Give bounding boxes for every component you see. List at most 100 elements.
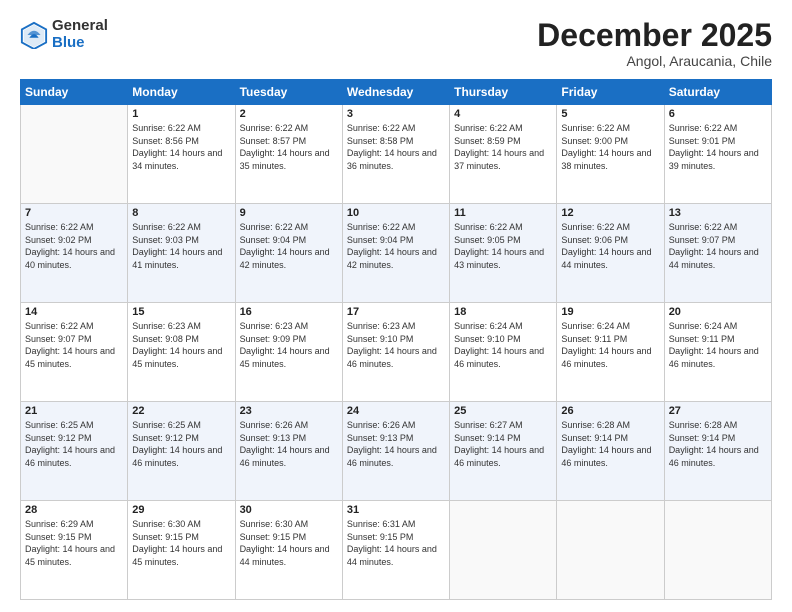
col-sunday: Sunday — [21, 80, 128, 105]
cell-info: Sunrise: 6:26 AMSunset: 9:13 PMDaylight:… — [240, 419, 338, 469]
table-row: 2 Sunrise: 6:22 AMSunset: 8:57 PMDaylight… — [235, 105, 342, 204]
table-row: 27Sunrise: 6:28 AMSunset: 9:14 PMDayligh… — [664, 402, 771, 501]
cell-info: Sunrise: 6:22 AMSunset: 8:56 PMDaylight:… — [132, 122, 230, 172]
table-row: 13 Sunrise: 6:22 AMSunset: 9:07 PMDayligh… — [664, 204, 771, 303]
table-row: 12 Sunrise: 6:22 AMSunset: 9:06 PMDayligh… — [557, 204, 664, 303]
logo-text: General Blue — [52, 18, 108, 51]
cell-info: Sunrise: 6:22 AMSunset: 9:04 PMDaylight:… — [240, 221, 338, 271]
page: General Blue December 2025 Angol, Arauca… — [0, 0, 792, 612]
table-row: 6 Sunrise: 6:22 AMSunset: 9:01 PMDaylight… — [664, 105, 771, 204]
cell-info: Sunrise: 6:22 AMSunset: 9:02 PMDaylight:… — [25, 221, 123, 271]
logo-icon — [20, 21, 48, 49]
cell-date: 31 — [347, 504, 445, 516]
cell-date: 21 — [25, 405, 123, 417]
col-monday: Monday — [128, 80, 235, 105]
cell-info: Sunrise: 6:28 AMSunset: 9:14 PMDaylight:… — [561, 419, 659, 469]
cell-info: Sunrise: 6:30 AMSunset: 9:15 PMDaylight:… — [240, 518, 338, 568]
table-row: 3 Sunrise: 6:22 AMSunset: 8:58 PMDaylight… — [342, 105, 449, 204]
cell-date: 19 — [561, 306, 659, 318]
cell-info: Sunrise: 6:22 AMSunset: 9:07 PMDaylight:… — [669, 221, 767, 271]
header: General Blue December 2025 Angol, Arauca… — [20, 18, 772, 69]
cell-date: 13 — [669, 207, 767, 219]
cell-info: Sunrise: 6:23 AMSunset: 9:08 PMDaylight:… — [132, 320, 230, 370]
cell-date: 12 — [561, 207, 659, 219]
cell-info: Sunrise: 6:26 AMSunset: 9:13 PMDaylight:… — [347, 419, 445, 469]
cell-date: 8 — [132, 207, 230, 219]
cell-date: 27 — [669, 405, 767, 417]
cell-date: 26 — [561, 405, 659, 417]
table-row: 15 Sunrise: 6:23 AMSunset: 9:08 PMDayligh… — [128, 303, 235, 402]
col-tuesday: Tuesday — [235, 80, 342, 105]
cell-date: 28 — [25, 504, 123, 516]
cell-date: 6 — [669, 108, 767, 120]
cell-info: Sunrise: 6:22 AMSunset: 9:07 PMDaylight:… — [25, 320, 123, 370]
cell-date: 3 — [347, 108, 445, 120]
table-row: 16 Sunrise: 6:23 AMSunset: 9:09 PMDayligh… — [235, 303, 342, 402]
cell-info: Sunrise: 6:22 AMSunset: 9:03 PMDaylight:… — [132, 221, 230, 271]
cell-date: 4 — [454, 108, 552, 120]
cell-date: 29 — [132, 504, 230, 516]
cell-info: Sunrise: 6:24 AMSunset: 9:10 PMDaylight:… — [454, 320, 552, 370]
table-row — [21, 105, 128, 204]
cell-info: Sunrise: 6:22 AMSunset: 9:00 PMDaylight:… — [561, 122, 659, 172]
table-row: 28Sunrise: 6:29 AMSunset: 9:15 PMDayligh… — [21, 501, 128, 600]
table-row: 10Sunrise: 6:22 AMSunset: 9:04 PMDayligh… — [342, 204, 449, 303]
cell-info: Sunrise: 6:22 AMSunset: 8:58 PMDaylight:… — [347, 122, 445, 172]
calendar-week-row: 14 Sunrise: 6:22 AMSunset: 9:07 PMDayligh… — [21, 303, 772, 402]
cell-date: 1 — [132, 108, 230, 120]
cell-date: 22 — [132, 405, 230, 417]
cell-date: 9 — [240, 207, 338, 219]
cell-info: Sunrise: 6:22 AMSunset: 9:06 PMDaylight:… — [561, 221, 659, 271]
cell-info: Sunrise: 6:31 AMSunset: 9:15 PMDaylight:… — [347, 518, 445, 568]
cell-date: 17 — [347, 306, 445, 318]
cell-date: 24 — [347, 405, 445, 417]
table-row: 23 Sunrise: 6:26 AMSunset: 9:13 PMDayligh… — [235, 402, 342, 501]
cell-info: Sunrise: 6:25 AMSunset: 9:12 PMDaylight:… — [132, 419, 230, 469]
cell-info: Sunrise: 6:30 AMSunset: 9:15 PMDaylight:… — [132, 518, 230, 568]
table-row — [450, 501, 557, 600]
table-row: 7 Sunrise: 6:22 AMSunset: 9:02 PMDaylight… — [21, 204, 128, 303]
title-block: December 2025 Angol, Araucania, Chile — [537, 18, 772, 69]
table-row: 14 Sunrise: 6:22 AMSunset: 9:07 PMDayligh… — [21, 303, 128, 402]
cell-date: 16 — [240, 306, 338, 318]
table-row: 20Sunrise: 6:24 AMSunset: 9:11 PMDayligh… — [664, 303, 771, 402]
table-row: 18Sunrise: 6:24 AMSunset: 9:10 PMDayligh… — [450, 303, 557, 402]
logo: General Blue — [20, 18, 108, 51]
cell-date: 14 — [25, 306, 123, 318]
cell-info: Sunrise: 6:23 AMSunset: 9:10 PMDaylight:… — [347, 320, 445, 370]
cell-info: Sunrise: 6:24 AMSunset: 9:11 PMDaylight:… — [561, 320, 659, 370]
calendar-table: Sunday Monday Tuesday Wednesday Thursday… — [20, 79, 772, 600]
cell-info: Sunrise: 6:25 AMSunset: 9:12 PMDaylight:… — [25, 419, 123, 469]
cell-info: Sunrise: 6:22 AMSunset: 8:59 PMDaylight:… — [454, 122, 552, 172]
table-row: 29 Sunrise: 6:30 AMSunset: 9:15 PMDayligh… — [128, 501, 235, 600]
cell-info: Sunrise: 6:22 AMSunset: 9:01 PMDaylight:… — [669, 122, 767, 172]
table-row: 22 Sunrise: 6:25 AMSunset: 9:12 PMDayligh… — [128, 402, 235, 501]
cell-date: 23 — [240, 405, 338, 417]
cell-info: Sunrise: 6:22 AMSunset: 8:57 PMDaylight:… — [240, 122, 338, 172]
table-row — [557, 501, 664, 600]
table-row: 24 Sunrise: 6:26 AMSunset: 9:13 PMDayligh… — [342, 402, 449, 501]
table-row: 25Sunrise: 6:27 AMSunset: 9:14 PMDayligh… — [450, 402, 557, 501]
month-title: December 2025 — [537, 18, 772, 53]
table-row: 17 Sunrise: 6:23 AMSunset: 9:10 PMDayligh… — [342, 303, 449, 402]
cell-date: 2 — [240, 108, 338, 120]
table-row: 30Sunrise: 6:30 AMSunset: 9:15 PMDayligh… — [235, 501, 342, 600]
table-row: 4 Sunrise: 6:22 AMSunset: 8:59 PMDaylight… — [450, 105, 557, 204]
table-row: 19 Sunrise: 6:24 AMSunset: 9:11 PMDayligh… — [557, 303, 664, 402]
location-subtitle: Angol, Araucania, Chile — [537, 53, 772, 69]
cell-info: Sunrise: 6:24 AMSunset: 9:11 PMDaylight:… — [669, 320, 767, 370]
col-thursday: Thursday — [450, 80, 557, 105]
col-wednesday: Wednesday — [342, 80, 449, 105]
cell-date: 5 — [561, 108, 659, 120]
table-row: 11Sunrise: 6:22 AMSunset: 9:05 PMDayligh… — [450, 204, 557, 303]
table-row: 21 Sunrise: 6:25 AMSunset: 9:12 PMDayligh… — [21, 402, 128, 501]
cell-date: 7 — [25, 207, 123, 219]
table-row: 9 Sunrise: 6:22 AMSunset: 9:04 PMDaylight… — [235, 204, 342, 303]
cell-info: Sunrise: 6:23 AMSunset: 9:09 PMDaylight:… — [240, 320, 338, 370]
cell-date: 15 — [132, 306, 230, 318]
calendar-week-row: 21 Sunrise: 6:25 AMSunset: 9:12 PMDayligh… — [21, 402, 772, 501]
cell-date: 25 — [454, 405, 552, 417]
calendar-week-row: 1 Sunrise: 6:22 AMSunset: 8:56 PMDaylight… — [21, 105, 772, 204]
table-row: 31 Sunrise: 6:31 AMSunset: 9:15 PMDayligh… — [342, 501, 449, 600]
calendar-header-row: Sunday Monday Tuesday Wednesday Thursday… — [21, 80, 772, 105]
